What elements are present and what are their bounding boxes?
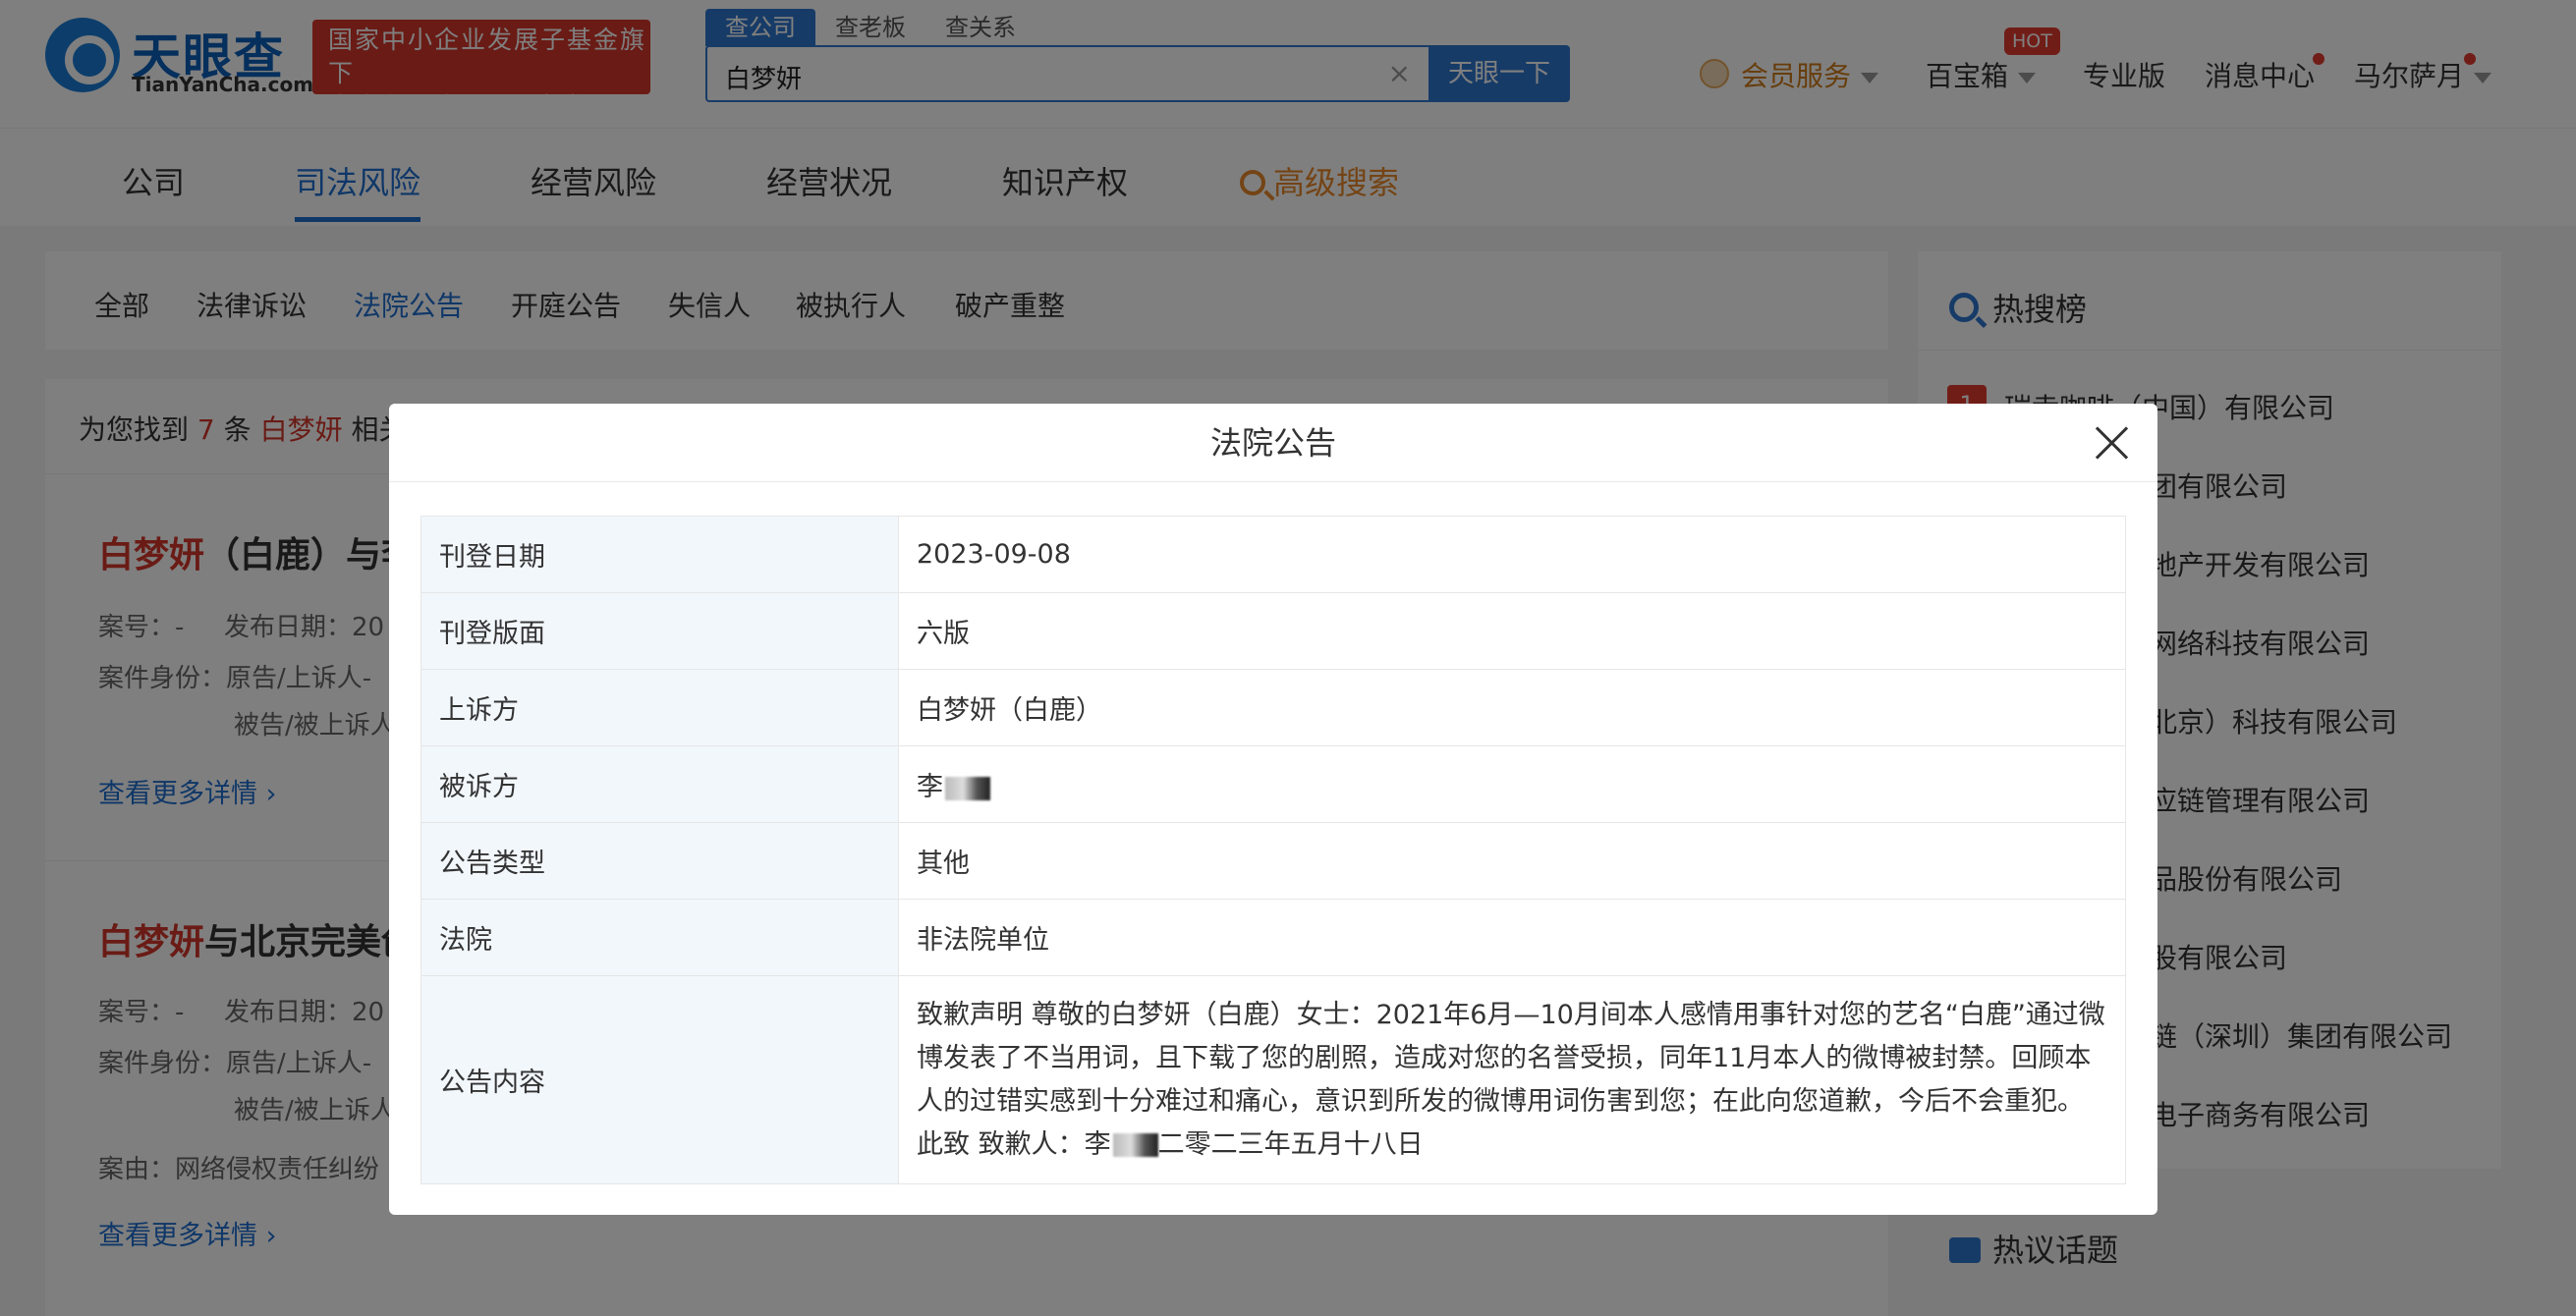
field-label: 刊登日期 bbox=[420, 516, 899, 593]
redacted-mosaic bbox=[945, 776, 990, 800]
court-notice-modal: 法院公告 刊登日期 2023-09-08 刊登版面 六版 上诉方 白梦妍（白鹿）… bbox=[389, 404, 2157, 1215]
field-value: 六版 bbox=[898, 592, 2126, 670]
table-row: 公告内容 致歉声明 尊敬的白梦妍（白鹿）女士：2021年6月—10月间本人感情用… bbox=[420, 975, 2126, 1184]
field-value: 李 bbox=[898, 745, 2126, 823]
table-row: 被诉方 李 bbox=[420, 745, 2126, 823]
table-row: 法院 非法院单位 bbox=[420, 899, 2126, 976]
redacted-mosaic bbox=[1112, 1133, 1158, 1157]
field-label: 上诉方 bbox=[420, 669, 899, 746]
field-label: 法院 bbox=[420, 899, 899, 976]
field-value: 2023-09-08 bbox=[898, 516, 2126, 593]
modal-title: 法院公告 bbox=[389, 404, 2157, 482]
field-label: 公告内容 bbox=[420, 975, 899, 1184]
table-row: 刊登日期 2023-09-08 bbox=[420, 516, 2126, 593]
field-value: 其他 bbox=[898, 822, 2126, 900]
table-row: 上诉方 白梦妍（白鹿） bbox=[420, 669, 2126, 746]
field-value: 非法院单位 bbox=[898, 899, 2126, 976]
defendant-name: 李 bbox=[917, 772, 943, 802]
field-label: 公告类型 bbox=[420, 822, 899, 900]
close-icon[interactable] bbox=[2095, 425, 2130, 461]
field-label: 刊登版面 bbox=[420, 592, 899, 670]
table-row: 公告类型 其他 bbox=[420, 822, 2126, 900]
table-row: 刊登版面 六版 bbox=[420, 592, 2126, 670]
notice-content-text: 致歉声明 尊敬的白梦妍（白鹿）女士：2021年6月—10月间本人感情用事针对您的… bbox=[917, 999, 2105, 1160]
field-label: 被诉方 bbox=[420, 745, 899, 823]
field-value: 白梦妍（白鹿） bbox=[898, 669, 2126, 746]
notice-detail-table: 刊登日期 2023-09-08 刊登版面 六版 上诉方 白梦妍（白鹿） 被诉方 … bbox=[420, 516, 2126, 1184]
notice-content: 致歉声明 尊敬的白梦妍（白鹿）女士：2021年6月—10月间本人感情用事针对您的… bbox=[898, 975, 2126, 1184]
notice-content-date: 二零二三年五月十八日 bbox=[1157, 1128, 1424, 1160]
